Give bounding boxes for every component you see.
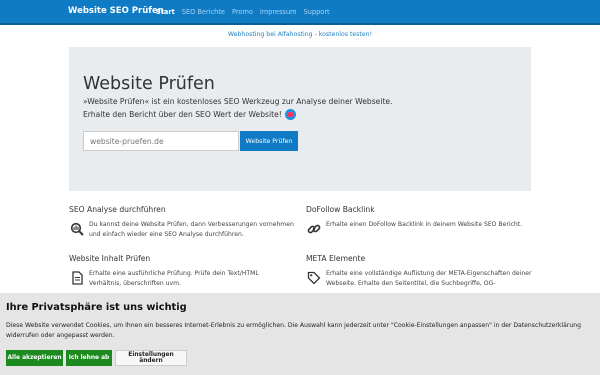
feature-text: Erhalte einen DoFollow Backlink in deine… [326,221,523,228]
brand-logo-text[interactable]: Website SEO Prüfen [68,6,164,16]
nav-link-start[interactable]: Start [156,8,175,16]
hero-panel: Website Prüfen »Website Prüfen« ist ein … [69,47,531,191]
feature-title: SEO Analyse durchführen [69,205,166,214]
feature-title: Website Inhalt Prüfen [69,254,151,263]
navbar: Website SEO Prüfen Start SEO Berichte Pr… [0,0,600,25]
link-icon [306,221,322,237]
feature-text: Erhalte eine vollständige Auflistung der… [326,270,532,287]
nav-link-promo[interactable]: Promo [232,8,253,16]
nav-link-impressum[interactable]: Impressum [260,8,297,16]
change-settings-button[interactable]: Einstellungen ändern [115,350,187,366]
feature-title: DoFollow Backlink [306,205,375,214]
hero-lead-line-1: »Website Prüfen« ist ein kostenloses SEO… [83,97,393,106]
report-icon [285,109,296,120]
website-url-input[interactable] [83,131,239,151]
feature-seo-analysis: SEO Analyse durchführen Du kannst deine … [69,205,294,238]
nav-link-seo-berichte[interactable]: SEO Berichte [182,8,225,16]
reject-button[interactable]: Ich lehne ab [66,350,112,366]
feature-title: META Elemente [306,254,366,263]
feature-dofollow-backlink: DoFollow Backlink Erhalte einen DoFollow… [306,205,522,234]
accept-all-button[interactable]: Alle akzeptieren [6,350,63,366]
check-website-button[interactable]: Website Prüfen [240,131,298,151]
seo-analysis-icon [69,221,85,237]
tag-icon [306,270,322,286]
nav-menu: Start SEO Berichte Promo Impressum Suppo… [156,8,330,16]
cookie-title: Ihre Privatsphäre ist uns wichtig [6,302,187,313]
feature-text: Du kannst deine Website Prüfen, dann Ver… [89,221,294,238]
feature-content-check: Website Inhalt Prüfen Erhalte eine ausfü… [69,254,259,287]
feature-text: Erhalte eine ausführliche Prüfung. Prüfe… [89,270,259,287]
cookie-text: Diese Website verwendet Cookies, um Ihne… [6,322,581,339]
cookie-consent-banner: Ihre Privatsphäre ist uns wichtig Diese … [0,293,600,375]
feature-meta-elements: META Elemente Erhalte eine vollständige … [306,254,531,287]
hero-lead-line-2: Erhalte den Bericht über den SEO Wert de… [83,110,282,119]
ad-link[interactable]: Webhosting bei Alfahosting - kostenlos t… [0,31,600,38]
page-title: Website Prüfen [83,74,215,94]
document-icon [69,270,85,286]
nav-link-support[interactable]: Support [304,8,330,16]
